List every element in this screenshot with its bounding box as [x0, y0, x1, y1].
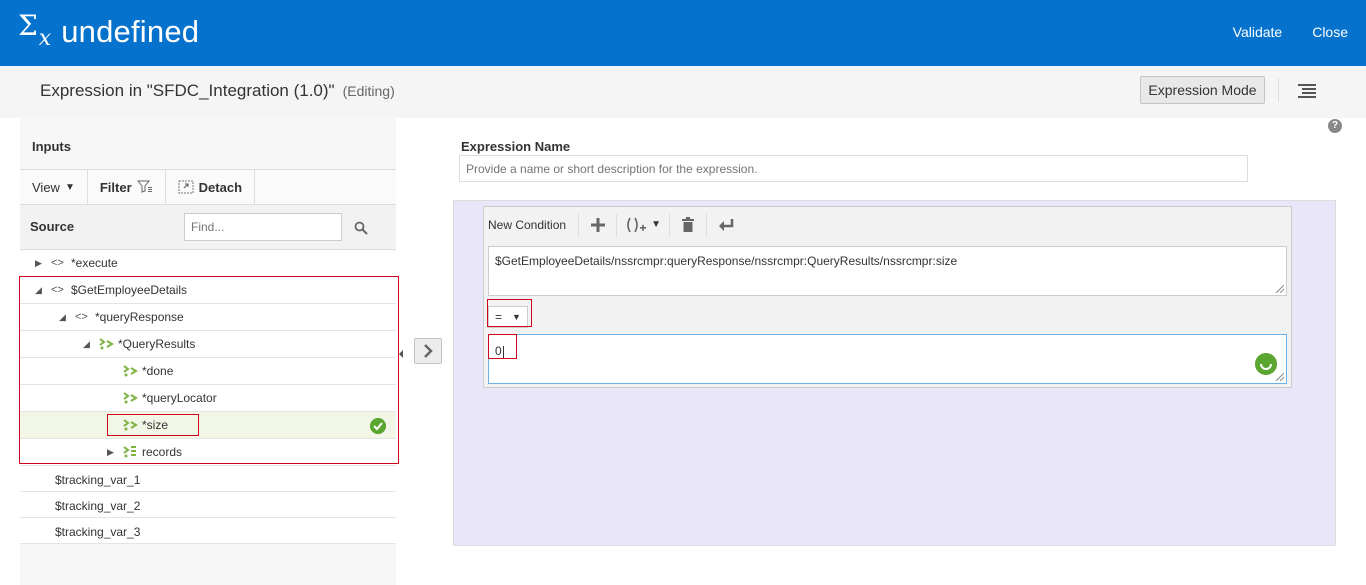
find-input[interactable]: [184, 213, 342, 241]
tree-row-execute[interactable]: ▶ <> *execute: [20, 250, 396, 277]
resize-grip-icon[interactable]: [1276, 285, 1284, 293]
highlight-box: [488, 334, 517, 359]
detach-button[interactable]: Detach: [166, 170, 256, 204]
source-label: Source: [30, 219, 75, 234]
expression-name-label: Expression Name: [461, 139, 571, 154]
caret-down-icon: ▼: [64, 181, 75, 193]
highlight-box: [487, 299, 532, 327]
app-title: undefined: [61, 14, 200, 49]
detach-icon: [178, 180, 194, 194]
filter-button[interactable]: Filter: [88, 170, 166, 204]
subheader: Expression in "SFDC_Integration (1.0)" (E…: [0, 66, 1366, 118]
resize-grip-icon[interactable]: [1276, 373, 1284, 381]
insert-arrow-button[interactable]: [414, 338, 442, 364]
chevron-right-icon: [424, 344, 433, 358]
delete-button[interactable]: [669, 213, 708, 236]
new-condition-label: New Condition: [484, 213, 580, 236]
sigma-subscript-icon: x: [38, 25, 52, 51]
element-icon: <>: [51, 257, 64, 269]
xpath-field[interactable]: $GetEmployeeDetails/nssrcmpr:queryRespon…: [488, 246, 1287, 296]
tracking-var-row[interactable]: $tracking_var_2: [20, 492, 396, 518]
view-menu[interactable]: View ▼: [20, 170, 88, 204]
search-icon[interactable]: [354, 221, 368, 235]
menu-lines-icon[interactable]: [1298, 83, 1318, 99]
expression-title: Expression in "SFDC_Integration (1.0)": [40, 81, 335, 100]
validate-button[interactable]: Validate: [1233, 24, 1283, 40]
filter-icon: [136, 180, 152, 193]
sigma-icon: Σ: [18, 9, 38, 42]
trash-icon: [682, 217, 695, 232]
brand: Σx undefined: [18, 10, 199, 54]
tree-label: *execute: [71, 256, 118, 270]
editing-status: (Editing): [342, 83, 395, 99]
page-title: Expression in "SFDC_Integration (1.0)" (E…: [40, 81, 395, 101]
grammarly-icon[interactable]: [1255, 353, 1277, 375]
return-button[interactable]: [707, 214, 745, 236]
caret-down-icon[interactable]: ▼: [651, 219, 661, 230]
help-icon[interactable]: ?: [1328, 119, 1342, 133]
plus-icon: [590, 217, 605, 232]
expression-name-input[interactable]: [459, 155, 1248, 182]
add-condition-button[interactable]: [579, 213, 618, 236]
add-group-button[interactable]: ▼: [617, 214, 669, 236]
collapse-handle-icon[interactable]: [398, 346, 404, 362]
parenthesis-plus-icon: [627, 217, 647, 232]
close-button[interactable]: Close: [1312, 24, 1348, 40]
tracking-var-label: $tracking_var_3: [55, 525, 141, 539]
tracking-var-row[interactable]: $tracking_var_3: [20, 518, 396, 544]
tracking-var-label: $tracking_var_2: [55, 499, 141, 513]
source-header: Source: [20, 205, 396, 250]
value-field[interactable]: 0: [488, 334, 1287, 384]
condition-toolbar: New Condition ▼: [484, 207, 1291, 242]
return-arrow-icon: [719, 218, 734, 231]
condition-box: New Condition ▼ $GetEmployeeDetails/nssr…: [483, 206, 1292, 388]
app-header: Σx undefined Validate Close: [0, 0, 1366, 66]
highlight-box: [19, 276, 399, 464]
detach-label: Detach: [198, 179, 243, 195]
expression-mode-button[interactable]: Expression Mode: [1140, 76, 1265, 104]
inputs-toolbar: View ▼ Filter Detach: [20, 169, 396, 205]
xpath-text: $GetEmployeeDetails/nssrcmpr:queryRespon…: [495, 254, 958, 268]
tracking-var-row[interactable]: $tracking_var_1: [20, 466, 396, 492]
divider: [1278, 78, 1279, 102]
filter-label: Filter: [99, 179, 132, 195]
view-label: View: [32, 179, 60, 195]
expand-right-icon[interactable]: ▶: [35, 258, 42, 269]
tracking-var-label: $tracking_var_1: [55, 473, 141, 487]
inputs-title: Inputs: [32, 139, 71, 154]
